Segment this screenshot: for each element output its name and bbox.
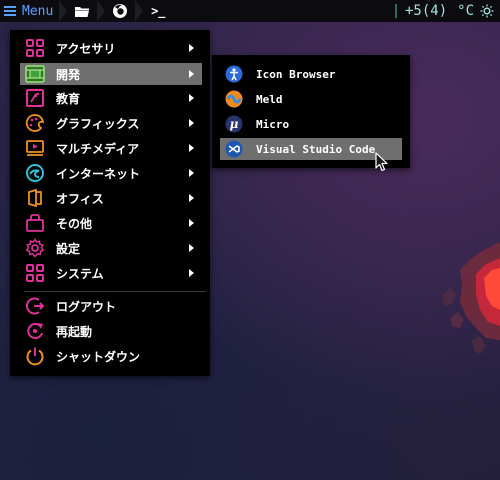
menu-item-label: マルチメディア xyxy=(56,141,140,156)
panel-separator xyxy=(59,0,68,22)
menu-item-multimedia[interactable]: マルチメディア xyxy=(20,137,202,159)
graphics-icon xyxy=(24,112,46,134)
updates-indicator[interactable]: +5(4) xyxy=(405,3,447,19)
menu-item-label: アクセサリ xyxy=(56,41,116,56)
system-icon xyxy=(24,262,46,284)
menu-item-label: シャットダウン xyxy=(56,349,141,364)
office-icon xyxy=(24,187,46,209)
launcher-firefox[interactable] xyxy=(105,0,135,22)
menu-item-label: インターネット xyxy=(56,166,141,181)
meld-icon xyxy=(224,89,244,109)
menu-item-system[interactable]: システム xyxy=(20,262,202,284)
submenu-arrow-icon xyxy=(189,44,194,52)
internet-icon xyxy=(24,162,46,184)
other-icon xyxy=(24,212,46,234)
submenu-item-label: Micro xyxy=(256,117,290,131)
submenu-arrow-icon xyxy=(189,94,194,102)
menu-item-development[interactable]: 開発 xyxy=(20,63,202,85)
submenu-arrow-icon xyxy=(189,219,194,227)
application-menu: アクセサリ 開発 教育 グラフィックス マルチメディア インターネット オフィス… xyxy=(10,30,210,376)
menu-item-shutdown[interactable]: シャットダウン xyxy=(20,345,202,367)
submenu-item-label: Icon Browser xyxy=(256,67,336,81)
system-tray: +5(4) °C xyxy=(394,0,500,22)
submenu-arrow-icon xyxy=(189,169,194,177)
menu-item-label: その他 xyxy=(56,216,93,231)
svg-text:μ: μ xyxy=(230,117,239,131)
menu-item-reboot[interactable]: 再起動 xyxy=(20,320,202,342)
launcher-terminal[interactable]: >_ xyxy=(143,0,173,22)
folder-icon xyxy=(75,6,90,17)
development-icon xyxy=(24,63,46,85)
terminal-icon: >_ xyxy=(151,4,166,18)
firefox-icon xyxy=(113,4,128,18)
menu-item-label: 開発 xyxy=(56,67,81,82)
launcher-file-manager[interactable] xyxy=(67,0,97,22)
submenu-arrow-icon xyxy=(189,244,194,252)
vscode-icon xyxy=(224,139,244,159)
weather-sun-icon xyxy=(480,4,494,18)
menu-item-label: オフィス xyxy=(56,191,104,206)
menu-item-settings[interactable]: 設定 xyxy=(20,237,202,259)
submenu-item-label: Visual Studio Code xyxy=(256,142,376,156)
submenu-item-icon-browser[interactable]: Icon Browser xyxy=(220,63,402,85)
power-icon xyxy=(24,345,46,367)
menu-item-graphics[interactable]: グラフィックス xyxy=(20,112,202,134)
menu-item-accessories[interactable]: アクセサリ xyxy=(20,37,202,59)
micro-icon: μ xyxy=(224,114,244,134)
menu-item-other[interactable]: その他 xyxy=(20,212,202,234)
submenu-arrow-icon xyxy=(189,70,194,78)
accessories-icon xyxy=(24,37,46,59)
wallpaper-artwork xyxy=(442,242,500,354)
menu-item-label: 教育 xyxy=(56,91,81,106)
panel-separator xyxy=(135,0,144,22)
menu-item-label: ログアウト xyxy=(56,299,117,314)
menu-item-label: グラフィックス xyxy=(56,116,140,131)
logout-icon xyxy=(24,295,46,317)
menu-item-education[interactable]: 教育 xyxy=(20,87,202,109)
mouse-pointer-icon xyxy=(375,152,388,172)
menu-item-label: 再起動 xyxy=(56,324,93,339)
submenu-item-meld[interactable]: Meld xyxy=(220,88,402,110)
submenu-arrow-icon xyxy=(189,144,194,152)
reboot-icon xyxy=(24,320,46,342)
menu-item-logout[interactable]: ログアウト xyxy=(20,295,202,317)
submenu-item-label: Meld xyxy=(256,92,283,106)
hamburger-icon xyxy=(4,6,16,16)
submenu-arrow-icon xyxy=(189,194,194,202)
gear-icon xyxy=(24,237,46,259)
menu-button[interactable]: Menu xyxy=(0,0,59,22)
submenu-item-micro[interactable]: μ Micro xyxy=(220,113,402,135)
menu-divider xyxy=(24,291,206,292)
multimedia-icon xyxy=(24,137,46,159)
menu-item-label: 設定 xyxy=(56,241,81,256)
menu-item-label: システム xyxy=(56,266,104,281)
icon-browser-icon xyxy=(224,64,244,84)
top-panel: Menu >_ +5(4) °C xyxy=(0,0,500,22)
menu-item-internet[interactable]: インターネット xyxy=(20,162,202,184)
tray-divider xyxy=(394,4,397,18)
panel-separator xyxy=(97,0,106,22)
menu-item-office[interactable]: オフィス xyxy=(20,187,202,209)
submenu-arrow-icon xyxy=(189,119,194,127)
menu-button-label: Menu xyxy=(22,3,54,19)
submenu-arrow-icon xyxy=(189,269,194,277)
temperature-indicator[interactable]: °C xyxy=(457,3,474,19)
education-icon xyxy=(24,87,46,109)
